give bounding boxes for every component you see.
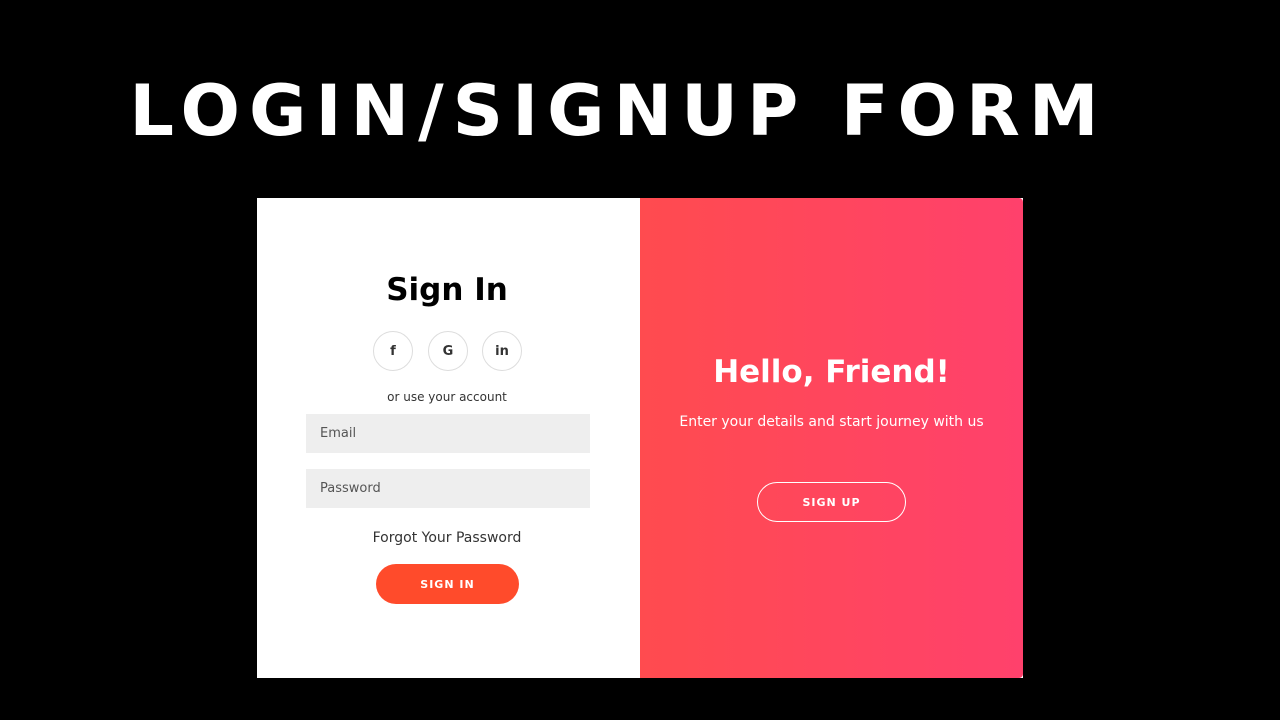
linkedin-button[interactable]: in (482, 331, 522, 371)
google-icon: G (442, 343, 454, 359)
facebook-button[interactable]: f (373, 331, 413, 371)
signup-button[interactable]: SIGN UP (757, 482, 906, 522)
signin-title: Sign In (386, 272, 508, 308)
password-field[interactable] (306, 469, 590, 508)
banner-title: LOGIN/SIGNUP FORM (129, 70, 1108, 152)
facebook-icon: f (390, 343, 396, 359)
google-button[interactable]: G (428, 331, 468, 371)
social-buttons: f G in (373, 331, 523, 371)
email-field[interactable] (306, 414, 590, 453)
use-account-text: or use your account (387, 390, 507, 404)
signin-panel: Sign In f G in or use your account Forgo… (257, 198, 640, 678)
auth-container: Sign In f G in or use your account Forgo… (257, 198, 1023, 678)
overlay-panel: Hello, Friend! Enter your details and st… (640, 198, 1023, 678)
signin-button[interactable]: SIGN IN (376, 564, 519, 604)
overlay-title: Hello, Friend! (713, 354, 950, 390)
linkedin-icon: in (495, 343, 509, 359)
forgot-password-link[interactable]: Forgot Your Password (257, 530, 637, 546)
overlay-text: Enter your details and start journey wit… (679, 414, 984, 430)
